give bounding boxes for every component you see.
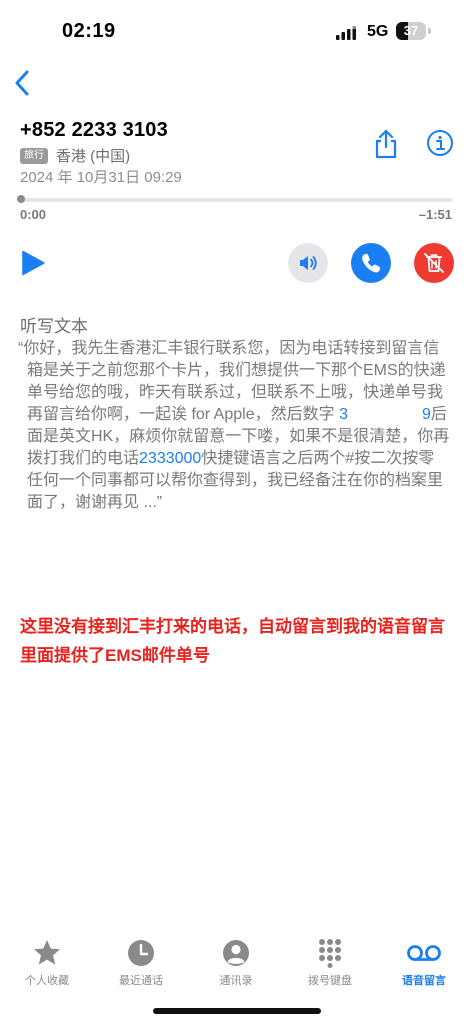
tab-contacts[interactable]: 通讯录 [196, 938, 276, 988]
user-annotation: 这里没有接到汇丰打来的电话，自动留言到我的语音留言里面提供了EMS邮件单号 [20, 617, 445, 665]
playback-scrubber[interactable] [20, 198, 452, 202]
tab-voicemail-label: 语音留言 [402, 975, 446, 987]
voicemail-datetime: 2024 年 10月31日 09:29 [20, 169, 182, 186]
tab-keypad-label: 拨号键盘 [308, 975, 352, 987]
clock-icon [128, 940, 154, 966]
network-type: 5G [367, 23, 389, 40]
back-chevron-icon[interactable] [12, 68, 34, 98]
info-icon[interactable] [426, 129, 454, 157]
transcript-title: 听写文本 [20, 317, 88, 336]
speaker-icon [300, 256, 317, 270]
tab-keypad[interactable]: 拨号键盘 [290, 938, 370, 988]
caller-region: 香港 (中国) [56, 148, 131, 165]
tab-favorites[interactable]: 个人收藏 [7, 938, 87, 988]
share-icon[interactable] [372, 128, 400, 160]
transcript-text: “你好，我先生香港汇丰银行联系您，因为电话转接到留言信箱是关于之前您那个卡片，我… [18, 338, 450, 514]
star-icon [34, 940, 60, 965]
tab-favorites-label: 个人收藏 [25, 975, 69, 987]
remaining-time: –1:51 [418, 207, 452, 222]
tab-voicemail[interactable]: 语音留言 [384, 938, 464, 988]
signal-icon [336, 26, 356, 40]
delete-button[interactable] [414, 243, 454, 283]
play-icon[interactable] [20, 250, 46, 276]
transcript-number-link-end[interactable]: 9 [422, 406, 431, 423]
battery-level: 37 [403, 23, 419, 38]
battery-icon: 37 [396, 22, 426, 40]
speaker-button[interactable] [288, 243, 328, 283]
status-time: 02:19 [62, 20, 116, 42]
tab-contacts-label: 通讯录 [219, 975, 253, 987]
tab-recents-label: 最近通话 [119, 975, 163, 987]
transcript-number-link-start[interactable]: 3 [339, 406, 348, 423]
battery-cap [428, 28, 431, 34]
elapsed-time: 0:00 [20, 207, 47, 222]
contacts-icon [223, 940, 249, 966]
tag-badge: 旅行 [20, 148, 48, 164]
call-back-button[interactable] [351, 243, 391, 283]
caller-number: +852 2233 3103 [20, 119, 168, 141]
phone-icon [362, 253, 381, 273]
voicemail-icon [407, 945, 441, 961]
home-indicator[interactable] [153, 1008, 321, 1014]
transcript-phone-link[interactable]: 2333000 [139, 450, 201, 467]
scrubber-knob[interactable] [17, 195, 25, 203]
keypad-icon [319, 939, 341, 968]
tab-recents[interactable]: 最近通话 [101, 938, 181, 988]
trash-icon [424, 253, 444, 273]
transcript-part-1: “你好，我先生香港汇丰银行联系您，因为电话转接到留言信箱是关于之前您那个卡片，我… [18, 340, 446, 423]
